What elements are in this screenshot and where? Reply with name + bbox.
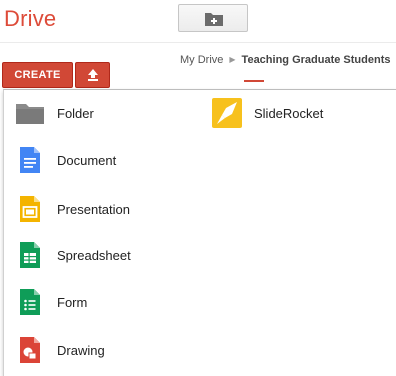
menu-item-label: Folder [57,105,94,121]
menu-item-label: Spreadsheet [57,247,131,263]
folder-icon [15,98,45,128]
create-button[interactable]: CREATE [2,62,73,88]
sliderocket-icon [212,98,242,128]
menu-item-folder[interactable]: Folder [15,94,94,132]
document-icon [15,145,45,175]
create-menu: Folder Document Presentation Spreadsheet… [3,89,396,376]
upload-icon [88,69,98,81]
header-divider [0,42,396,43]
underlay-accent [244,80,264,82]
menu-item-document[interactable]: Document [15,141,116,179]
chevron-right-icon: ▶ [229,55,236,64]
breadcrumb-root[interactable]: My Drive [180,54,223,66]
spreadsheet-icon [15,240,45,270]
presentation-icon [15,194,45,224]
folder-plus-icon [205,13,223,26]
breadcrumb-current[interactable]: Teaching Graduate Students [242,54,391,66]
drawing-icon [15,335,45,365]
menu-item-label: Form [57,294,88,310]
breadcrumb: My Drive ▶ Teaching Graduate Students [180,54,396,66]
menu-item-label: Drawing [57,342,105,358]
new-folder-button[interactable] [178,4,248,32]
form-icon [15,287,45,317]
app-title: Drive [4,6,57,31]
upload-button[interactable] [75,62,110,88]
menu-item-spreadsheet[interactable]: Spreadsheet [15,236,131,274]
menu-item-form[interactable]: Form [15,283,87,321]
menu-item-drawing[interactable]: Drawing [15,331,105,369]
menu-item-sliderocket[interactable]: SlideRocket [212,94,323,132]
menu-item-label: SlideRocket [254,105,324,121]
menu-item-label: Presentation [57,201,130,217]
menu-item-label: Document [57,152,117,168]
menu-item-presentation[interactable]: Presentation [15,190,130,228]
